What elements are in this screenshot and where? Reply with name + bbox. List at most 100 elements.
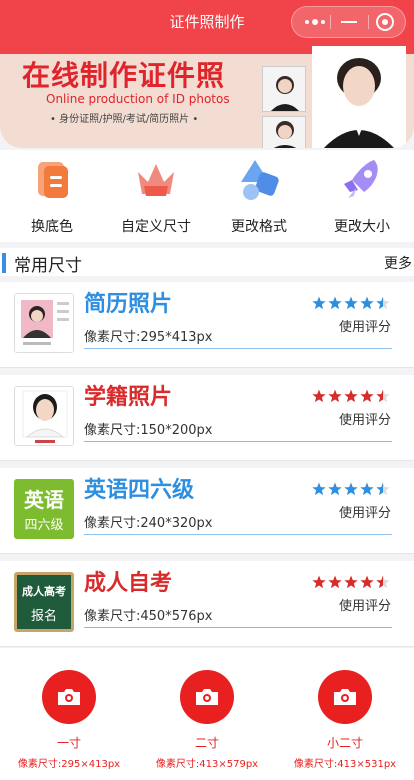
rating-label: 使用评分 <box>339 506 392 521</box>
camera-icon <box>196 689 218 705</box>
resume-photo-icon <box>15 294 73 352</box>
card-title: 成人自考 <box>84 571 173 596</box>
minimize-icon <box>341 21 357 23</box>
rating-label: 使用评分 <box>339 599 392 614</box>
camera-button[interactable] <box>318 670 372 724</box>
sample-photo-small-bottom <box>262 116 306 148</box>
star-icon <box>344 575 358 589</box>
minimize-button[interactable] <box>330 7 368 37</box>
rating-label: 使用评分 <box>339 413 392 428</box>
star-icon <box>344 482 358 496</box>
banner-title: 在线制作证件照 <box>22 59 226 92</box>
banner-subtitle: Online production of ID photos <box>46 92 230 106</box>
banner-tags: • 身份证照/护照/考试/简历照片 • <box>50 114 199 125</box>
camera-icon <box>58 689 80 705</box>
star-icon <box>360 482 374 496</box>
shapes-icon <box>241 160 279 200</box>
star-icon <box>328 482 342 496</box>
feature-label: 自定义尺寸 <box>121 219 191 235</box>
pixel-size: 像素尺寸:295*413px <box>84 330 213 345</box>
promo-banner[interactable]: 在线制作证件照 Online production of ID photos •… <box>0 44 414 148</box>
size-name: 一寸 <box>56 736 81 750</box>
title-bar: 证件照制作 <box>0 0 414 44</box>
size-pixels: 像素尺寸:295×413px <box>17 759 121 770</box>
pixel-size: 像素尺寸:150*200px <box>84 423 213 438</box>
feature-change-format[interactable]: 更改格式 <box>209 156 309 236</box>
star-icon <box>344 389 358 403</box>
sample-photo-small-top <box>262 66 306 112</box>
feature-row: 换底色 自定义尺寸 更改格式 更改大小 <box>0 150 414 242</box>
quick-size-two-inch[interactable]: 二寸 像素尺寸:413×579px <box>142 670 272 770</box>
size-card-student[interactable]: 学籍照片 使用评分 像素尺寸:150*200px <box>0 375 414 461</box>
more-icon <box>305 19 325 25</box>
star-icon <box>312 296 326 310</box>
rating-stars <box>312 575 390 589</box>
thumb-text-level: 四六级 <box>24 518 64 533</box>
star-icon <box>344 296 358 310</box>
card-thumbnail <box>14 293 74 353</box>
star-icon <box>328 389 342 403</box>
feature-label: 更改格式 <box>231 219 287 235</box>
section-accent-bar <box>2 253 6 273</box>
card-title: 学籍照片 <box>84 385 173 410</box>
quick-size-one-inch[interactable]: 一寸 像素尺寸:295×413px <box>4 670 134 770</box>
card-title: 英语四六级 <box>84 478 195 503</box>
card-underline <box>84 441 392 442</box>
close-icon <box>376 13 394 31</box>
section-title: 常用尺寸 <box>14 256 82 276</box>
card-thumbnail: 英语 四六级 <box>14 479 74 539</box>
thumb-text-english: 英语 <box>24 488 64 512</box>
star-icon <box>360 575 374 589</box>
person-icon <box>312 46 406 148</box>
star-icon <box>328 575 342 589</box>
more-link[interactable]: 更多 <box>384 253 412 273</box>
rocket-icon <box>344 160 378 198</box>
size-pixels: 像素尺寸:413×531px <box>293 759 397 770</box>
size-name: 小二寸 <box>326 736 363 750</box>
more-button[interactable] <box>296 7 334 37</box>
student-photo-icon <box>15 387 73 445</box>
star-icon <box>312 389 326 403</box>
rating-stars <box>312 389 390 403</box>
camera-button[interactable] <box>42 670 96 724</box>
star-icon <box>312 575 326 589</box>
feature-label: 换底色 <box>31 219 73 235</box>
size-pixels: 像素尺寸:413×579px <box>155 759 259 770</box>
star-icon <box>312 482 326 496</box>
thumb-text-exam: 成人高考 <box>22 585 66 598</box>
size-card-cet[interactable]: 英语 四六级 英语四六级 使用评分 像素尺寸:240*320px <box>0 468 414 554</box>
camera-button[interactable] <box>180 670 234 724</box>
star-icon <box>328 296 342 310</box>
thumb-text-signup: 报名 <box>30 609 57 624</box>
pixel-size: 像素尺寸:240*320px <box>84 516 213 531</box>
close-button[interactable] <box>366 7 404 37</box>
card-underline <box>84 534 392 535</box>
size-card-resume[interactable]: 简历照片 使用评分 像素尺寸:295*413px <box>0 282 414 368</box>
feature-change-filesize[interactable]: 更改大小 <box>312 156 412 236</box>
person-icon <box>263 117 305 148</box>
size-card-adult-exam[interactable]: 成人高考 报名 成人自考 使用评分 像素尺寸:450*576px <box>0 561 414 647</box>
feature-custom-size[interactable]: 自定义尺寸 <box>106 156 206 236</box>
person-icon <box>263 67 305 111</box>
pixel-size: 像素尺寸:450*576px <box>84 609 213 624</box>
quick-size-row: 一寸 像素尺寸:295×413px 二寸 像素尺寸:413×579px 小二寸 … <box>0 648 414 780</box>
star-icon <box>360 296 374 310</box>
star-icon <box>360 389 374 403</box>
camera-icon <box>334 689 356 705</box>
quick-size-small-two-inch[interactable]: 小二寸 像素尺寸:413×531px <box>280 670 410 770</box>
card-underline <box>84 348 392 349</box>
section-header: 常用尺寸 更多 <box>0 248 414 276</box>
card-thumbnail <box>14 386 74 446</box>
sample-photo-large <box>312 46 406 148</box>
feature-label: 更改大小 <box>334 219 390 235</box>
document-icon <box>38 162 68 198</box>
card-thumbnail: 成人高考 报名 <box>14 572 74 632</box>
miniprogram-capsule <box>291 6 406 38</box>
rating-stars <box>312 296 390 310</box>
rating-label: 使用评分 <box>339 320 392 335</box>
rating-stars <box>312 482 390 496</box>
size-name: 二寸 <box>194 736 219 750</box>
card-underline <box>84 627 392 628</box>
feature-change-background[interactable]: 换底色 <box>2 156 102 236</box>
crown-icon <box>138 164 174 196</box>
